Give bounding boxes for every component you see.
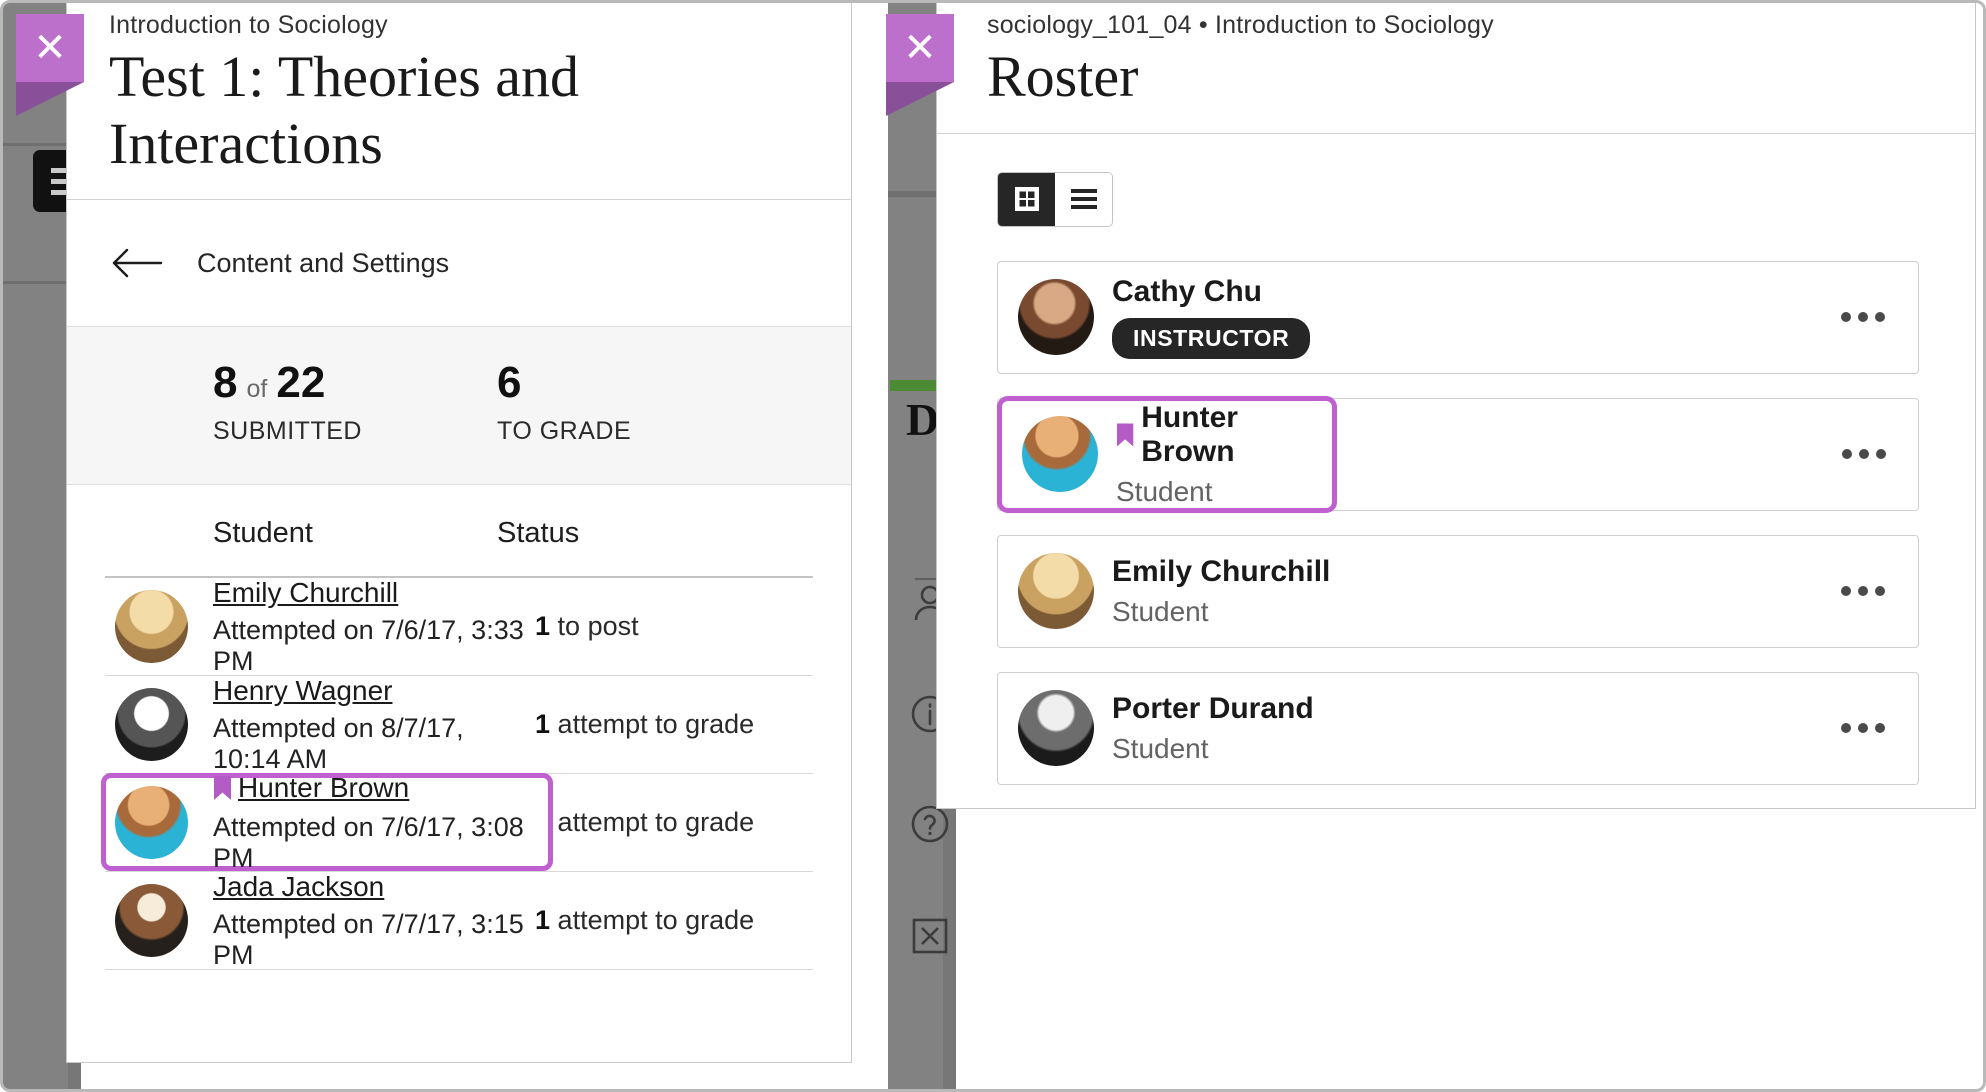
status-count: 1 bbox=[535, 807, 550, 837]
status-badge: INSTRUCTOR bbox=[1112, 318, 1310, 359]
list-item[interactable]: Cathy Chu INSTRUCTOR bbox=[997, 261, 1919, 374]
stat-to-grade-value: 6 bbox=[497, 361, 521, 405]
student-name-link[interactable]: Henry Wagner bbox=[213, 675, 392, 707]
member-name: Porter Durand bbox=[1112, 692, 1314, 726]
attempt-date: Attempted on 8/7/17, 10:14 AM bbox=[213, 713, 535, 775]
column-header-status: Status bbox=[497, 517, 579, 550]
member-name: Cathy Chu bbox=[1112, 275, 1262, 309]
student-name-link[interactable]: Jada Jackson bbox=[213, 871, 384, 903]
stats-strip: 8 of 22 SUBMITTED 6 TO GRADE bbox=[67, 326, 851, 485]
breadcrumb: Introduction to Sociology bbox=[109, 11, 851, 40]
list-item[interactable]: Hunter Brown Student bbox=[997, 398, 1919, 511]
status-text: attempt to grade bbox=[558, 709, 755, 739]
view-toggle-row bbox=[937, 134, 1975, 261]
submissions-table: Student Status Emily Churchill Attempted… bbox=[67, 485, 851, 970]
student-info: Emily Churchill Attempted on 7/6/17, 3:3… bbox=[213, 577, 535, 677]
background-course-letter: D bbox=[906, 393, 939, 446]
right-panel-header: sociology_101_04 • Introduction to Socio… bbox=[937, 0, 1975, 133]
more-options-icon[interactable] bbox=[1828, 723, 1898, 733]
list-view-icon[interactable] bbox=[1055, 173, 1112, 226]
member-name: Hunter Brown bbox=[1116, 401, 1332, 469]
close-icon[interactable]: ✕ bbox=[16, 14, 84, 82]
member-info: Emily Churchill Student bbox=[1112, 555, 1828, 628]
submissions-panel: Introduction to Sociology Test 1: Theori… bbox=[66, 0, 852, 1063]
page-title: Roster bbox=[987, 44, 1975, 111]
close-panel-button[interactable]: ✕ bbox=[16, 14, 94, 92]
bookmark-icon bbox=[213, 775, 232, 801]
close-box-icon bbox=[906, 912, 954, 960]
attempt-date: Attempted on 7/6/17, 3:08 PM bbox=[213, 812, 535, 874]
stat-to-grade: 6 TO GRADE bbox=[497, 361, 631, 446]
avatar bbox=[1022, 416, 1116, 492]
status-text: attempt to grade bbox=[558, 807, 755, 837]
avatar bbox=[105, 688, 213, 761]
member-role: Student bbox=[1112, 596, 1828, 628]
table-header-row: Student Status bbox=[67, 485, 851, 576]
stat-submitted-label: SUBMITTED bbox=[213, 417, 497, 446]
list-item[interactable]: Porter Durand Student bbox=[997, 672, 1919, 785]
list-view-glyph bbox=[1070, 188, 1098, 210]
page-title: Test 1: Theories and Interactions bbox=[109, 44, 851, 177]
status-cell: 1 to post bbox=[535, 611, 639, 642]
avatar bbox=[1018, 553, 1112, 629]
status-count: 1 bbox=[535, 611, 550, 641]
stat-to-grade-label: TO GRADE bbox=[497, 417, 631, 446]
selection-highlight: Hunter Brown Student bbox=[997, 396, 1337, 513]
close-icon[interactable]: ✕ bbox=[886, 14, 954, 82]
stat-submitted: 8 of 22 SUBMITTED bbox=[67, 361, 497, 446]
student-info: Henry Wagner Attempted on 8/7/17, 10:14 … bbox=[213, 675, 535, 775]
table-row[interactable]: Henry Wagner Attempted on 8/7/17, 10:14 … bbox=[105, 676, 813, 774]
breadcrumb: sociology_101_04 • Introduction to Socio… bbox=[987, 11, 1975, 40]
view-toggle[interactable] bbox=[997, 172, 1113, 227]
status-text: attempt to grade bbox=[558, 905, 755, 935]
table-row[interactable]: Hunter Brown Attempted on 7/6/17, 3:08 P… bbox=[105, 774, 813, 872]
grid-view-glyph bbox=[1013, 185, 1041, 213]
avatar bbox=[105, 786, 213, 859]
stat-submitted-total: 22 bbox=[276, 361, 325, 405]
member-role: Student bbox=[1112, 733, 1828, 765]
list-item[interactable]: Emily Churchill Student bbox=[997, 535, 1919, 648]
avatar bbox=[1018, 690, 1112, 766]
status-cell: 1 attempt to grade bbox=[535, 905, 754, 936]
column-header-student: Student bbox=[67, 517, 497, 550]
bookmark-icon bbox=[1116, 422, 1134, 448]
member-info: Hunter Brown Student bbox=[1116, 401, 1332, 508]
left-panel-header: Introduction to Sociology Test 1: Theori… bbox=[67, 0, 851, 199]
roster-panel: sociology_101_04 • Introduction to Socio… bbox=[936, 0, 1976, 809]
table-row[interactable]: Emily Churchill Attempted on 7/6/17, 3:3… bbox=[105, 578, 813, 676]
student-name-link[interactable]: Hunter Brown bbox=[213, 772, 409, 804]
status-text: to post bbox=[558, 611, 639, 641]
back-label: Content and Settings bbox=[197, 248, 449, 279]
student-info: Hunter Brown Attempted on 7/6/17, 3:08 P… bbox=[213, 772, 535, 874]
member-name: Emily Churchill bbox=[1112, 555, 1330, 589]
status-count: 1 bbox=[535, 905, 550, 935]
stat-submitted-of: of bbox=[246, 377, 267, 402]
more-options-icon[interactable] bbox=[1828, 586, 1898, 596]
member-role: Student bbox=[1116, 476, 1332, 508]
student-name-link[interactable]: Emily Churchill bbox=[213, 577, 398, 609]
avatar bbox=[105, 590, 213, 663]
status-count: 1 bbox=[535, 709, 550, 739]
member-info: Porter Durand Student bbox=[1112, 692, 1828, 765]
more-options-icon[interactable] bbox=[1828, 312, 1898, 322]
grid-view-icon[interactable] bbox=[998, 173, 1055, 226]
screenshot-root: D Introduction to Sociology Test 1: Theo… bbox=[0, 0, 1986, 1092]
close-panel-button[interactable]: ✕ bbox=[886, 14, 964, 92]
attempt-date: Attempted on 7/6/17, 3:33 PM bbox=[213, 615, 535, 677]
student-info: Jada Jackson Attempted on 7/7/17, 3:15 P… bbox=[213, 871, 535, 971]
status-cell: 1 attempt to grade bbox=[535, 709, 754, 740]
avatar bbox=[105, 884, 213, 957]
member-info: Cathy Chu INSTRUCTOR bbox=[1112, 275, 1828, 359]
table-row[interactable]: Jada Jackson Attempted on 7/7/17, 3:15 P… bbox=[105, 872, 813, 970]
back-navigation[interactable]: Content and Settings bbox=[67, 200, 851, 326]
stat-submitted-value: 8 bbox=[213, 361, 237, 405]
arrow-left-icon[interactable] bbox=[111, 246, 163, 280]
avatar bbox=[1018, 279, 1112, 355]
attempt-date: Attempted on 7/7/17, 3:15 PM bbox=[213, 909, 535, 971]
status-cell: 1 attempt to grade bbox=[535, 807, 754, 838]
roster-list: Cathy Chu INSTRUCTOR bbox=[937, 261, 1975, 785]
